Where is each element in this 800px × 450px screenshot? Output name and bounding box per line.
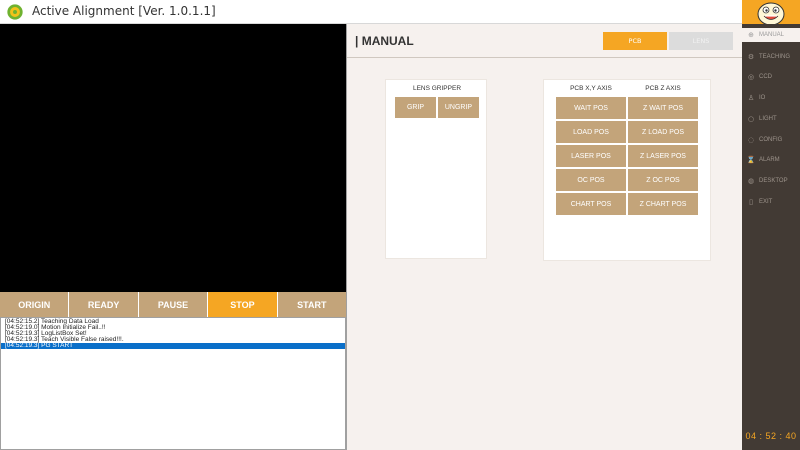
load-pos-button[interactable]: LOAD POS	[556, 121, 626, 143]
sidebar-item-exit[interactable]: ▯ EXIT	[742, 195, 800, 209]
start-button[interactable]: START	[277, 292, 347, 317]
ccd-icon: ◎	[747, 73, 755, 81]
desktop-icon: ◍	[747, 177, 755, 185]
manual-icon: ⊕	[748, 31, 754, 39]
exit-icon: ▯	[749, 198, 753, 206]
sidebar-item-config[interactable]: ◌ CONFIG	[742, 133, 800, 147]
alarm-icon: ⌛	[746, 156, 756, 164]
ready-button[interactable]: READY	[69, 292, 139, 317]
sidebar-item-label: DESKTOP	[759, 178, 788, 184]
sidebar-item-light[interactable]: ○ LIGHT	[742, 112, 800, 126]
pcb-xy-header: PCB X,Y AXIS	[570, 85, 612, 92]
title-bar: Active Alignment [Ver. 1.0.1.1]	[0, 0, 742, 24]
ungrip-button[interactable]: UNGRIP	[438, 97, 479, 118]
z-oc-pos-button[interactable]: Z OC POS	[628, 169, 698, 191]
mascot-logo	[742, 0, 800, 26]
sidebar-item-label: CONFIG	[759, 137, 783, 143]
sidebar: ⊕ MANUAL ⚙ TEACHING ◎ CCD ♙ IO ○ LIGHT ◌…	[742, 0, 800, 450]
gear-icon	[7, 4, 23, 20]
lens-gripper-header: LENS GRIPPER	[412, 85, 462, 92]
stop-button[interactable]: STOP	[208, 292, 278, 317]
teaching-icon: ⚙	[747, 53, 755, 61]
sidebar-item-label: EXIT	[759, 199, 773, 205]
panel-header: | MANUAL PCB LENS	[347, 24, 743, 58]
tab-lens[interactable]: LENS	[669, 32, 733, 50]
origin-button[interactable]: ORIGIN	[0, 292, 70, 317]
window-title: Active Alignment [Ver. 1.0.1.1]	[32, 4, 216, 18]
io-icon: ♙	[747, 94, 755, 102]
sidebar-item-label: IO	[759, 95, 766, 101]
camera-view	[0, 24, 346, 292]
sidebar-item-label: MANUAL	[759, 32, 785, 38]
pcb-axis-card: PCB X,Y AXIS PCB Z AXIS WAIT POS Z WAIT …	[543, 79, 711, 261]
sidebar-item-label: LIGHT	[759, 116, 777, 122]
sidebar-item-ccd[interactable]: ◎ CCD	[742, 70, 800, 84]
z-load-pos-button[interactable]: Z LOAD POS	[628, 121, 698, 143]
lens-gripper-card: LENS GRIPPER GRIP UNGRIP	[385, 79, 487, 259]
sidebar-item-label: TEACHING	[759, 54, 791, 60]
panel-body: LENS GRIPPER GRIP UNGRIP PCB X,Y AXIS PC…	[347, 59, 743, 450]
tab-pcb[interactable]: PCB	[603, 32, 667, 50]
log-list[interactable]: [04:52:15.2] Teaching Data Load [04:52:1…	[0, 317, 346, 450]
chart-pos-button[interactable]: CHART POS	[556, 193, 626, 215]
grip-button[interactable]: GRIP	[395, 97, 436, 118]
sidebar-item-teaching[interactable]: ⚙ TEACHING	[742, 50, 800, 64]
z-wait-pos-button[interactable]: Z WAIT POS	[628, 97, 698, 119]
pcb-z-header: PCB Z AXIS	[645, 85, 681, 92]
light-icon: ○	[747, 115, 755, 123]
main-panel: | MANUAL PCB LENS LENS GRIPPER GRIP UNGR…	[346, 24, 743, 450]
mascot-icon	[757, 2, 785, 26]
laser-pos-button[interactable]: LASER POS	[556, 145, 626, 167]
sidebar-item-desktop[interactable]: ◍ DESKTOP	[742, 174, 800, 188]
sidebar-item-label: CCD	[759, 74, 772, 80]
pause-button[interactable]: PAUSE	[138, 292, 209, 317]
wait-pos-button[interactable]: WAIT POS	[556, 97, 626, 119]
sidebar-item-label: ALARM	[759, 157, 780, 163]
log-entry-selected[interactable]: [04:52:19.3] PG START	[1, 342, 345, 349]
page-title: | MANUAL	[355, 34, 414, 48]
config-icon: ◌	[747, 136, 755, 144]
z-laser-pos-button[interactable]: Z LASER POS	[628, 145, 698, 167]
control-buttons: ORIGIN READY PAUSE STOP START	[0, 292, 347, 317]
sidebar-item-manual[interactable]: ⊕ MANUAL	[742, 28, 800, 42]
oc-pos-button[interactable]: OC POS	[556, 169, 626, 191]
sidebar-item-io[interactable]: ♙ IO	[742, 91, 800, 105]
sidebar-item-alarm[interactable]: ⌛ ALARM	[742, 153, 800, 167]
z-chart-pos-button[interactable]: Z CHART POS	[628, 193, 698, 215]
clock: 04 : 52 : 40	[745, 431, 797, 441]
